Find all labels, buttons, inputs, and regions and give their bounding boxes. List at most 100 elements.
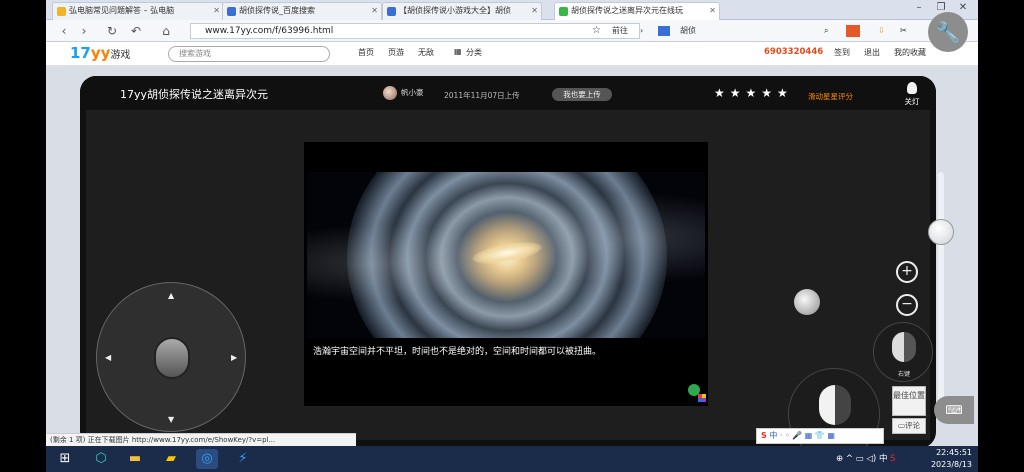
tab-3[interactable]: 【胡侦探传说小游戏大全】胡侦 ✕ [382,2,542,20]
clock[interactable]: 22:45:51 2023/8/13 [931,447,972,471]
app-cube-icon[interactable]: ⬡ [90,449,112,469]
close-icon[interactable]: ✕ [213,3,220,19]
logo-accent: yy [90,44,111,62]
logo-text: 17 [70,44,91,62]
favorites-link[interactable]: 我的收藏 [894,47,926,58]
right-click-label: 右键 [897,371,910,378]
close-icon[interactable]: ✕ [371,3,378,19]
tab-strip: 弘电脑常见问题解答 – 弘电脑 ✕ 胡侦探传说_百度搜索 ✕ 【胡侦探传说小游戏… [46,0,978,20]
chevron-right-icon[interactable]: › [640,23,643,39]
game-title: 17yy胡侦探传说之迷离异次元 [120,88,269,101]
windows-start-icon[interactable]: ⊞ [54,449,76,469]
url-input[interactable]: www.17yy.com/f/63996.html [190,23,640,39]
sogou-s-icon[interactable]: S [761,431,767,440]
undo-icon[interactable]: ↶ [128,23,144,39]
signin-link[interactable]: 签到 [834,47,850,58]
ime-lang[interactable]: 中 [769,431,777,440]
search-engine-icon[interactable] [658,26,670,36]
ime-toolbar[interactable]: S 中 · ◦ 🎤 ▦ 👕 ▦ [756,428,884,444]
arrow-right-icon[interactable]: ▶ [231,353,237,362]
bulb-icon [907,82,917,94]
zoom-in-icon[interactable]: + [896,261,918,283]
clock-time: 22:45:51 [936,448,972,457]
zoom-slider[interactable] [938,172,944,402]
rating-stars[interactable]: ★★★★★ [714,86,793,100]
search-icon[interactable]: ⌕ [824,23,828,39]
clock-date: 2023/8/13 [930,460,972,469]
best-position-button[interactable]: 最佳位置 [892,386,926,416]
tab-favicon-icon [227,7,236,16]
window-close-icon[interactable]: ✕ [952,2,974,13]
tab-label: 弘电脑常见问题解答 – 弘电脑 [69,6,175,15]
forward-icon[interactable]: › [76,23,92,39]
author[interactable]: 帆小豪 [383,86,424,100]
nav-webgames[interactable]: 页游 [388,47,404,58]
keyboard-icon[interactable]: ⌨ [934,396,974,424]
comment-label: 评论 [905,421,921,430]
zoom-out-icon[interactable]: − [896,294,918,316]
right-click-button[interactable]: 右键 [873,322,933,382]
goto-button[interactable]: 前往 [612,23,628,39]
arrow-up-icon[interactable]: ▲ [168,291,174,300]
mouse-right-icon [892,332,916,362]
rating-hint: 滑动星星评分 [808,92,853,101]
refresh-icon[interactable]: ↻ [104,23,120,39]
nav-invincible[interactable]: 无敌 [418,47,434,58]
logo-suffix: 游戏 [110,50,131,61]
upload-button[interactable]: 我也要上传 [552,88,612,101]
tray-ime[interactable]: 中 [879,454,888,464]
tab-2[interactable]: 胡侦探传说_百度搜索 ✕ [222,2,382,20]
arrow-down-icon[interactable]: ▼ [168,415,174,424]
avatar [383,86,397,100]
galaxy-image [307,172,705,338]
comment-icon: ▭ [897,421,906,430]
nav-category[interactable]: 分类 [466,47,482,58]
file-explorer-icon[interactable]: ▬ [124,449,146,469]
search-box[interactable]: 胡侦 [680,23,696,39]
download-icon[interactable]: ⇩ [878,23,885,39]
close-icon[interactable]: ✕ [709,3,716,19]
ime-tools-icons[interactable]: · ◦ 🎤 ▦ 👕 ▦ [780,431,835,440]
comment-button[interactable]: ▭评论 [892,418,926,434]
cut-icon[interactable]: ✂ [900,23,907,39]
tab-label: 【胡侦探传说小游戏大全】胡侦 [399,6,511,15]
lights-off-button[interactable]: 关灯 [901,82,923,107]
status-bar: (剩余 1 项) 正在下载图片 http://www.17yy.com/e/Sh… [46,433,356,446]
screen: 弘电脑常见问题解答 – 弘电脑 ✕ 胡侦探传说_百度搜索 ✕ 【胡侦探传说小游戏… [0,0,1024,472]
app-blue-icon[interactable]: ⚡ [232,449,254,469]
tray-sogou-icon[interactable]: S [890,454,895,464]
tab-4-active[interactable]: 胡侦探传说之迷离异次元在线玩 ✕ [554,2,720,20]
address-bar: ‹ › ↻ ↶ ⌂ www.17yy.com/f/63996.html ☆ 前往… [46,20,978,42]
home-icon[interactable]: ⌂ [158,23,174,39]
user-phone[interactable]: 6903320446 [764,47,823,57]
arrow-left-icon[interactable]: ◀ [105,353,111,362]
tab-1[interactable]: 弘电脑常见问题解答 – 弘电脑 ✕ [52,2,224,20]
tab-label: 胡侦探传说之迷离异次元在线玩 [571,6,683,15]
floating-ball[interactable] [794,289,820,315]
translate-icon[interactable] [846,25,860,37]
virtual-joystick[interactable]: ▲ ▼ ◀ ▶ [96,282,246,432]
wrench-icon[interactable]: 🔧 [928,12,968,52]
upload-date: 2011年11月07日上传 [444,91,520,100]
author-name: 帆小豪 [401,88,424,97]
site-header: 17yy游戏 搜索游戏 首页 页游 无敌 ▦ 分类 6903320446 签到 … [46,42,978,66]
tray-icons[interactable]: ⊕ ^ ▭ ◁) 中 S [836,452,896,464]
site-search-input[interactable]: 搜索游戏 [168,46,330,62]
minimize-icon[interactable]: – [908,2,930,13]
zoom-slider-thumb[interactable] [928,219,954,245]
close-icon[interactable]: ✕ [531,3,538,19]
nav-home[interactable]: 首页 [358,47,374,58]
tab-favicon-icon [387,7,396,16]
game-subtitle: 浩瀚宇宙空间并不平坦，时间也不是绝对的，空间和时间都可以被扭曲。 [313,347,602,357]
mouse-left-icon [819,385,851,425]
tab-favicon-icon [57,7,66,16]
browser-taskbar-icon[interactable]: ◎ [196,449,218,469]
star-icon[interactable]: ☆ [592,23,601,39]
joystick-knob[interactable] [154,337,190,379]
site-logo[interactable]: 17yy游戏 [70,44,130,62]
lamp-label: 关灯 [904,97,920,106]
app-yellow-icon[interactable]: ▰ [160,449,182,469]
logout-link[interactable]: 退出 [864,47,880,58]
tab-label: 胡侦探传说_百度搜索 [239,6,315,15]
back-icon[interactable]: ‹ [56,23,72,39]
